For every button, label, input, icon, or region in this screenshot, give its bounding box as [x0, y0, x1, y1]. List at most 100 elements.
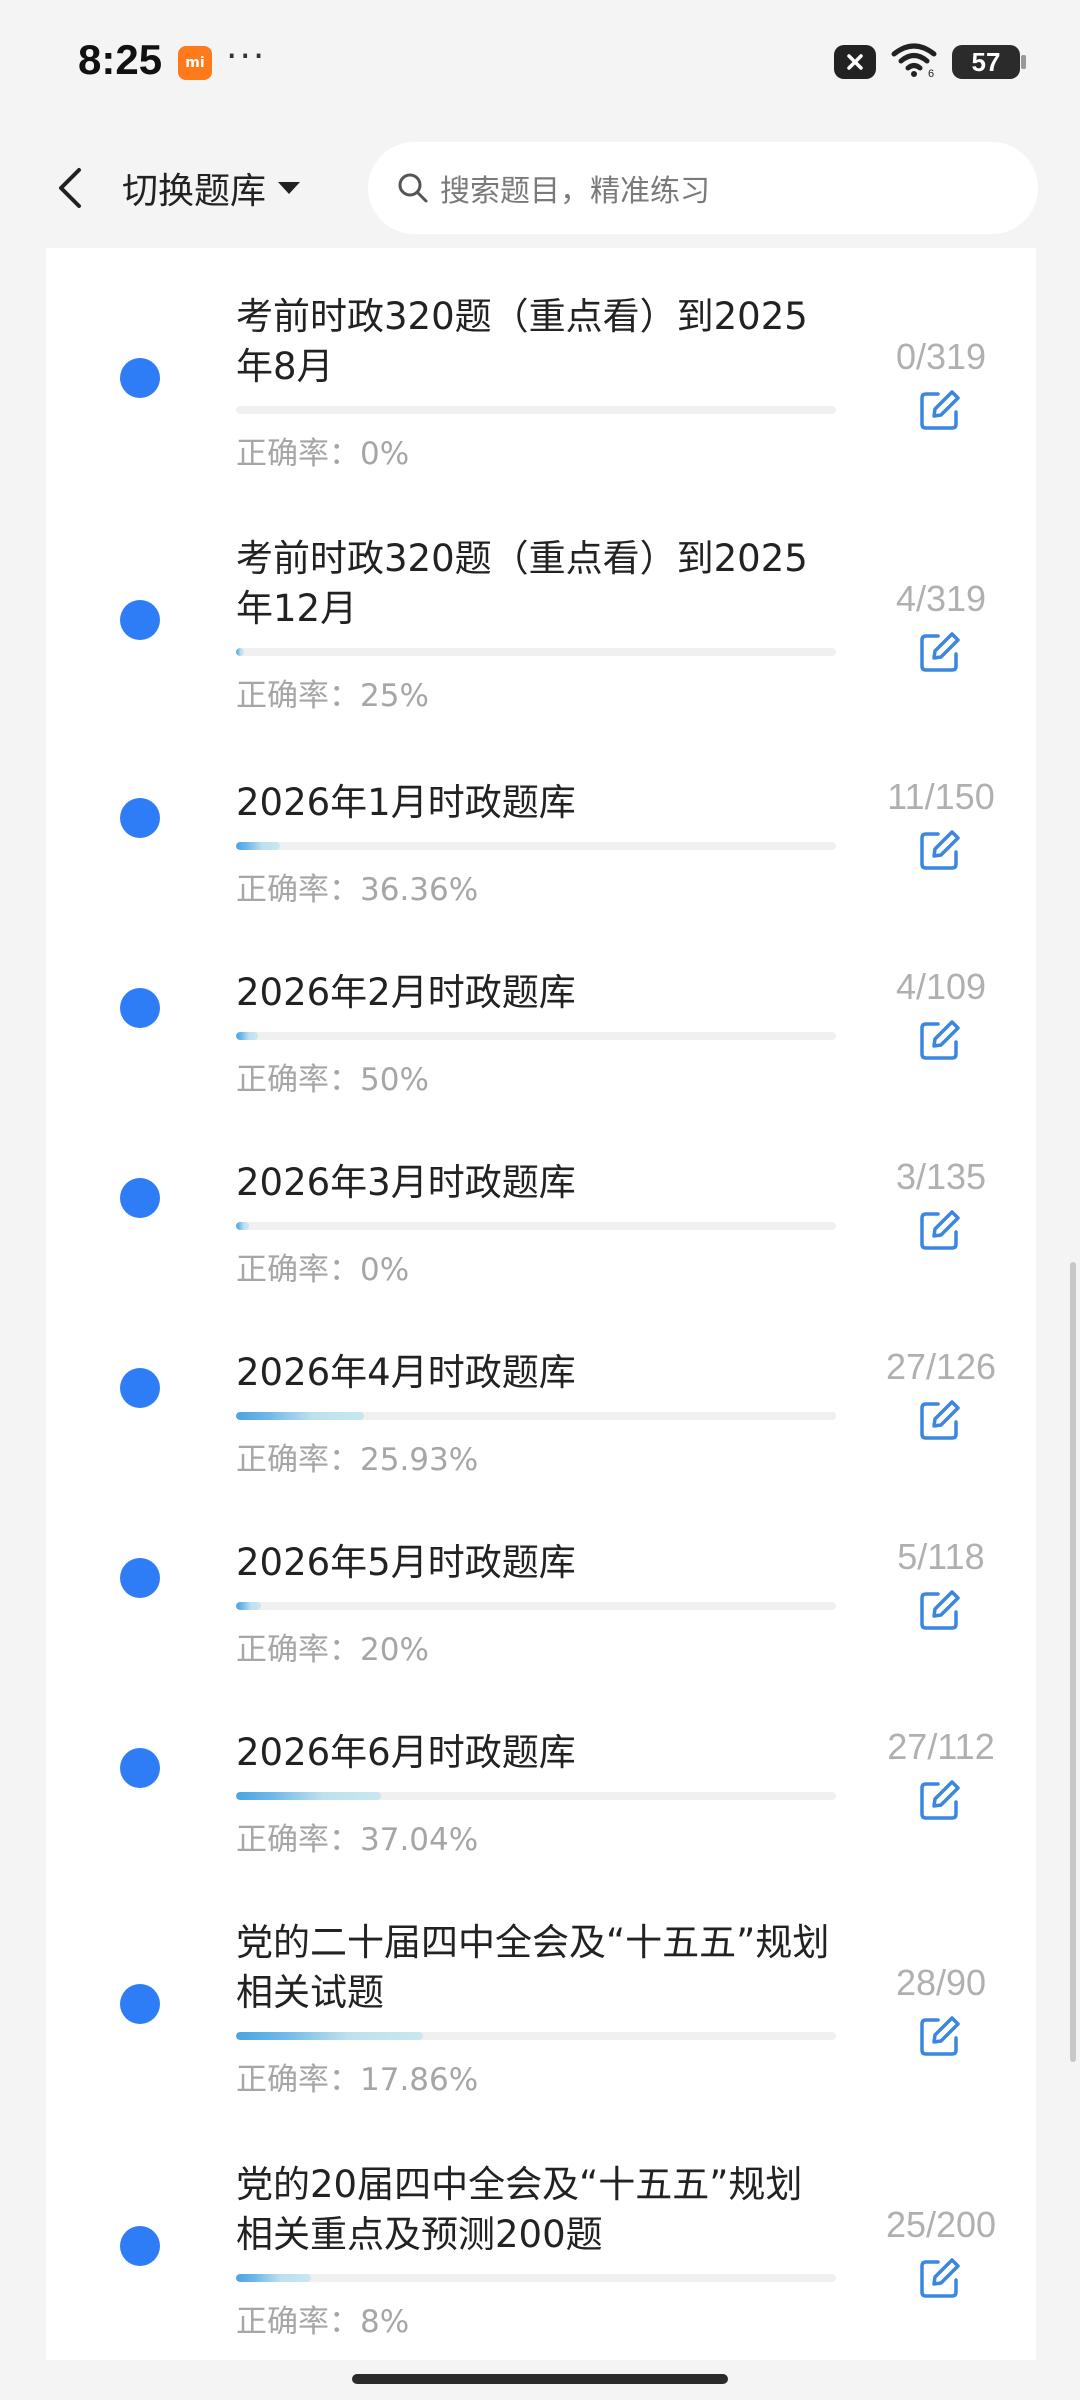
wifi-icon: 6 — [890, 42, 938, 82]
progress-bar — [236, 1032, 836, 1040]
practice-edit-button[interactable] — [914, 824, 966, 876]
practice-edit-button[interactable] — [914, 1584, 966, 1636]
edit-icon — [920, 1400, 960, 1440]
practice-edit-button[interactable] — [914, 2252, 966, 2304]
progress-count: 27/126 — [885, 1346, 997, 1387]
progress-bar — [236, 842, 836, 850]
back-button[interactable] — [40, 158, 100, 218]
bullet-dot-icon — [120, 988, 160, 1028]
bullet-dot-icon — [120, 600, 160, 640]
item-title: 2026年4月时政题库 — [236, 1351, 576, 1394]
accuracy-label: 正确率：50% — [236, 1062, 429, 1098]
home-indicator[interactable] — [352, 2374, 728, 2384]
practice-edit-button[interactable] — [914, 1394, 966, 1446]
progress-count: 4/319 — [895, 578, 987, 619]
accuracy-label: 正确率：36.36% — [236, 872, 479, 908]
progress-count: 11/150 — [887, 776, 995, 817]
progress-count: 28/90 — [895, 1962, 987, 2003]
item-title: 党的二十届四中全会及“十五五”规划相关试题 — [236, 1921, 830, 2014]
bullet-dot-icon — [120, 798, 160, 838]
search-icon — [398, 173, 428, 203]
progress-fill — [236, 1032, 259, 1040]
edit-icon — [920, 2258, 960, 2298]
progress-fill — [236, 1792, 381, 1800]
accuracy-label: 正确率：25% — [236, 678, 429, 714]
status-bar: 8:25 mi ··· 6 57 — [0, 0, 1080, 128]
progress-bar — [236, 2032, 836, 2040]
accuracy-label: 正确率：0% — [236, 436, 410, 472]
switch-question-bank-button[interactable]: 切换题库 — [122, 158, 302, 218]
item-title: 考前时政320题（重点看）到2025年12月 — [236, 537, 808, 630]
progress-fill — [236, 1602, 262, 1610]
more-notifications-icon: ··· — [226, 36, 267, 77]
switch-question-bank-label: 切换题库 — [122, 171, 267, 212]
progress-bar — [236, 1222, 836, 1230]
progress-fill — [236, 1222, 250, 1230]
practice-edit-button[interactable] — [914, 1014, 966, 1066]
accuracy-label: 正确率：20% — [236, 1632, 429, 1668]
practice-edit-button[interactable] — [914, 1774, 966, 1826]
item-title: 2026年5月时政题库 — [236, 1541, 576, 1584]
progress-bar — [236, 648, 836, 656]
item-title: 2026年6月时政题库 — [236, 1731, 576, 1774]
progress-count: 27/112 — [887, 1726, 995, 1767]
progress-bar — [236, 406, 836, 414]
progress-count: 3/135 — [895, 1156, 987, 1197]
scrollbar[interactable] — [1070, 1262, 1076, 2062]
question-bank-list: 考前时政320题（重点看）到2025年8月正确率：0% 0/319 考前时政320题… — [46, 248, 1036, 2360]
progress-fill — [236, 2032, 423, 2040]
progress-count: 0/319 — [895, 336, 987, 377]
bullet-dot-icon — [120, 1984, 160, 2024]
edit-icon — [920, 1590, 960, 1630]
progress-count: 25/200 — [885, 2204, 997, 2245]
status-icons: 6 57 — [834, 42, 1026, 82]
accuracy-label: 正确率：17.86% — [236, 2062, 479, 2098]
bullet-dot-icon — [120, 1748, 160, 1788]
bullet-dot-icon — [120, 1368, 160, 1408]
item-title: 考前时政320题（重点看）到2025年8月 — [236, 295, 808, 388]
search-input[interactable]: 搜索题目，精准练习 — [368, 142, 1038, 234]
item-title: 2026年3月时政题库 — [236, 1161, 576, 1204]
battery-icon: 57 — [952, 45, 1026, 79]
bullet-dot-icon — [120, 1558, 160, 1598]
progress-bar — [236, 1602, 836, 1610]
edit-icon — [920, 1210, 960, 1250]
app-badge-text: mi — [185, 55, 205, 71]
accuracy-label: 正确率：25.93% — [236, 1442, 479, 1478]
top-navigation: 切换题库 搜索题目，精准练习 — [0, 128, 1080, 248]
practice-edit-button[interactable] — [914, 626, 966, 678]
app-notification-icon: mi — [178, 46, 212, 80]
search-placeholder: 搜索题目，精准练习 — [440, 174, 710, 209]
edit-icon — [920, 390, 960, 430]
progress-bar — [236, 1792, 836, 1800]
bullet-dot-icon — [120, 358, 160, 398]
edit-icon — [920, 1020, 960, 1060]
item-title: 党的20届四中全会及“十五五”规划相关重点及预测200题 — [236, 2163, 803, 2256]
practice-edit-button[interactable] — [914, 1204, 966, 1256]
practice-edit-button[interactable] — [914, 384, 966, 436]
svg-text:6: 6 — [928, 68, 934, 78]
practice-edit-button[interactable] — [914, 2010, 966, 2062]
accuracy-label: 正确率：37.04% — [236, 1822, 479, 1858]
edit-icon — [920, 2016, 960, 2056]
accuracy-label: 正确率：8% — [236, 2304, 410, 2340]
progress-fill — [236, 2274, 311, 2282]
progress-bar — [236, 1412, 836, 1420]
progress-bar — [236, 2274, 836, 2282]
edit-icon — [920, 830, 960, 870]
progress-count: 4/109 — [895, 966, 987, 1007]
progress-fill — [236, 648, 244, 656]
progress-fill — [236, 1412, 365, 1420]
bullet-dot-icon — [120, 1178, 160, 1218]
battery-level: 57 — [971, 46, 1001, 77]
caret-down-icon — [278, 182, 301, 194]
edit-icon — [920, 1780, 960, 1820]
accuracy-label: 正确率：0% — [236, 1252, 410, 1288]
edit-icon — [920, 632, 960, 672]
chevron-left-icon — [59, 168, 81, 208]
progress-fill — [236, 842, 280, 850]
close-notification-icon — [834, 45, 876, 79]
item-title: 2026年1月时政题库 — [236, 781, 576, 824]
bullet-dot-icon — [120, 2226, 160, 2266]
status-time: 8:25 — [78, 36, 163, 83]
